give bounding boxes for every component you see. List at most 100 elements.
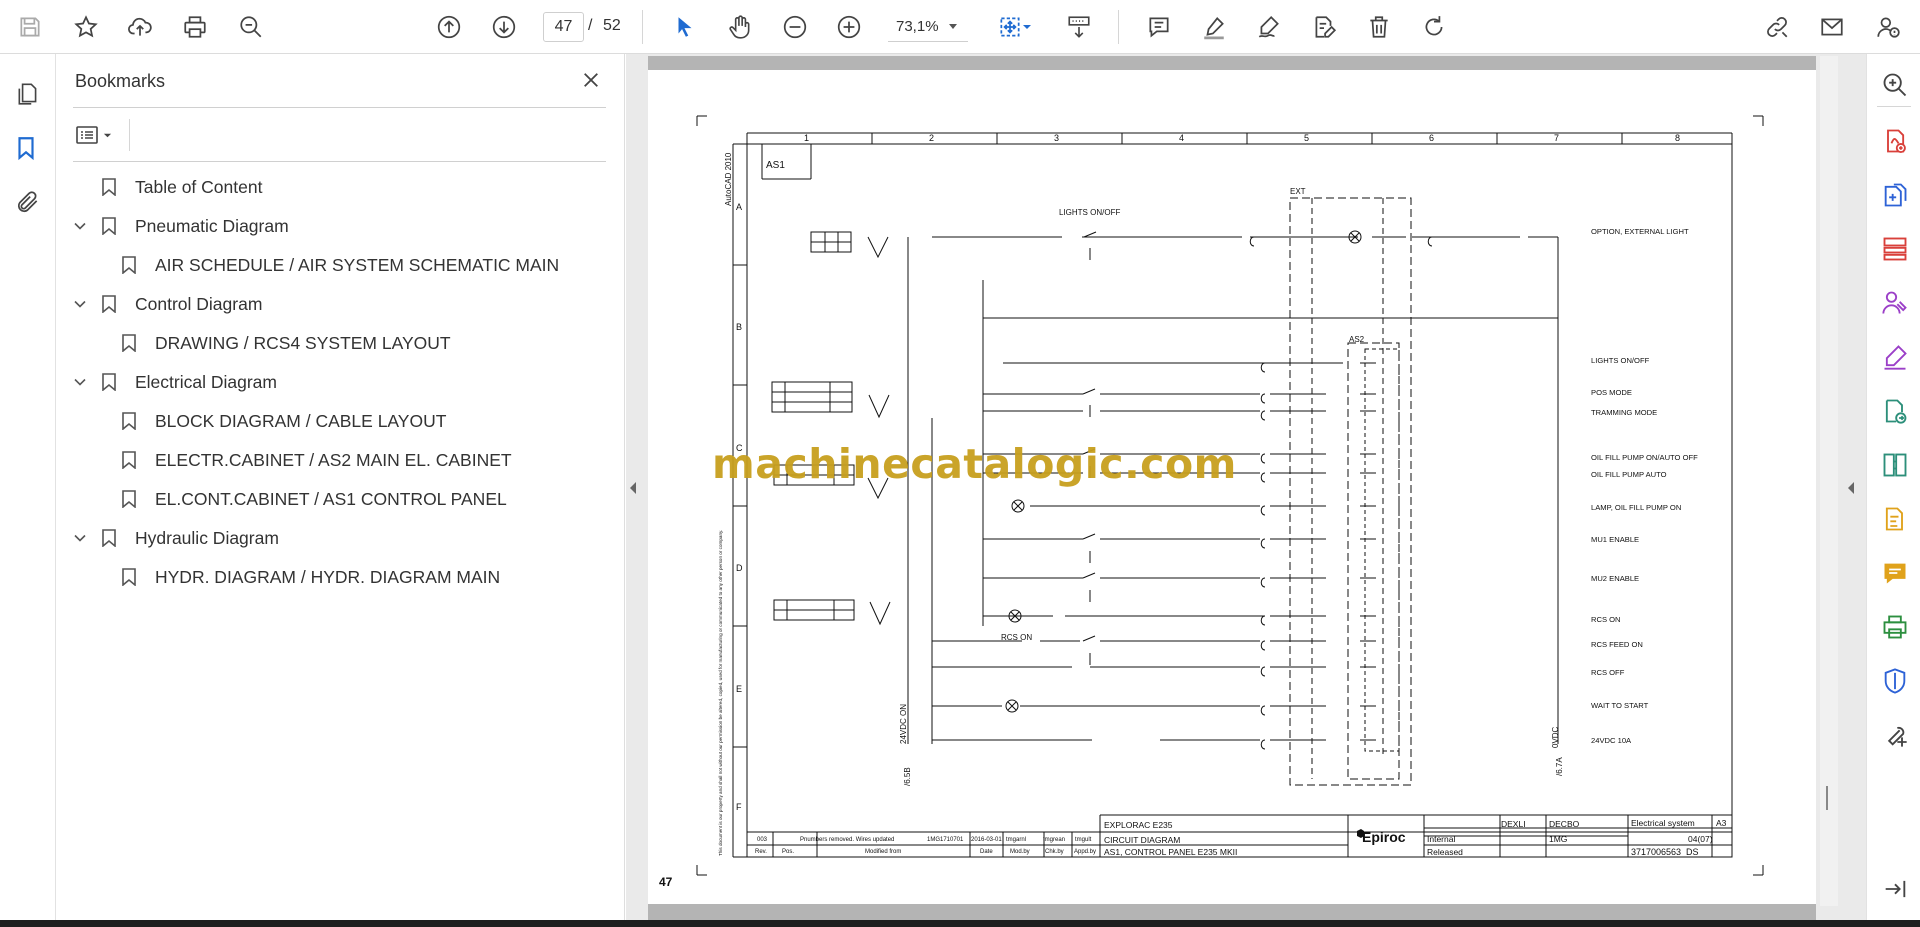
page-number-input[interactable]: 47 — [543, 12, 584, 42]
hand-tool-icon[interactable] — [724, 11, 756, 43]
bookmark-label: AIR SCHEDULE / AIR SYSTEM SCHEMATIC MAIN — [155, 254, 560, 275]
bookmark-label: EL.CONT.CABINET / AS1 CONTROL PANEL — [155, 488, 507, 509]
bookmark-item[interactable]: EL.CONT.CABINET / AS1 CONTROL PANEL — [119, 482, 507, 516]
row-label: A — [736, 202, 742, 212]
title-sheet: 04(07) — [1688, 834, 1713, 844]
bus-label: 24VDC ON — [899, 704, 908, 744]
expand-panel-icon[interactable] — [1880, 874, 1910, 904]
right-label: OPTION, EXTERNAL LIGHT — [1591, 227, 1689, 236]
collapse-right-panel-icon[interactable] — [1846, 478, 1856, 503]
bookmark-options-button[interactable] — [75, 120, 119, 150]
right-label: 24VDC 10A — [1591, 736, 1632, 745]
print-icon[interactable] — [179, 11, 211, 43]
select-cursor-icon[interactable] — [669, 11, 701, 43]
chevron-down-icon[interactable] — [1019, 11, 1035, 43]
compare-files-icon[interactable] — [1880, 450, 1910, 480]
send-review-icon[interactable] — [1880, 396, 1910, 426]
search-zoom-icon[interactable] — [1880, 70, 1910, 100]
toolbar-divider — [1118, 10, 1119, 44]
bookmark-item[interactable]: Pneumatic Diagram — [70, 209, 289, 243]
link-edit-icon[interactable] — [1761, 11, 1793, 43]
bookmark-item[interactable]: ELECTR.CABINET / AS2 MAIN EL. CABINET — [119, 443, 512, 477]
draw-sign-icon[interactable] — [1253, 11, 1285, 43]
chevron-down-icon[interactable] — [70, 528, 90, 548]
save-icon[interactable] — [14, 11, 46, 43]
bookmark-icon — [99, 371, 119, 393]
zoom-in-icon[interactable] — [833, 11, 865, 43]
comment-icon[interactable] — [1143, 11, 1175, 43]
scroll-mode-icon[interactable] — [1063, 11, 1095, 43]
export-pdf-icon[interactable] — [1880, 126, 1910, 156]
next-page-icon[interactable] — [488, 11, 520, 43]
chevron-down-icon[interactable] — [70, 294, 90, 314]
bookmark-icon — [99, 293, 119, 315]
star-icon[interactable] — [70, 11, 102, 43]
ext-label: EXT — [1290, 187, 1306, 196]
revision-number: 003 — [757, 837, 768, 843]
bookmark-item[interactable]: Table of Content — [70, 170, 262, 204]
column-label: 4 — [1179, 133, 1184, 143]
as2-label: AS2 — [1349, 335, 1365, 344]
revision-person: tmgarnl — [1006, 837, 1026, 843]
right-label: TRAMMING MODE — [1591, 408, 1657, 417]
right-label: OIL FILL PUMP AUTO — [1591, 470, 1667, 479]
bookmark-item[interactable]: BLOCK DIAGRAM / CABLE LAYOUT — [119, 404, 446, 438]
title-document-number: 3717006563_DS — [1631, 847, 1699, 857]
zoom-out-icon[interactable] — [779, 11, 811, 43]
column-label: 7 — [1554, 133, 1559, 143]
account-help-icon[interactable] — [1872, 11, 1904, 43]
bookmark-item[interactable]: Electrical Diagram — [70, 365, 277, 399]
header-chkby: Chk.by — [1045, 849, 1064, 855]
bookmark-label: BLOCK DIAGRAM / CABLE LAYOUT — [155, 410, 447, 431]
panel-label: AS1 — [766, 160, 785, 171]
panel-divider — [129, 119, 130, 151]
bookmark-item[interactable]: Control Diagram — [70, 287, 262, 321]
create-pdf-icon[interactable] — [1880, 180, 1910, 210]
page-thumbnails-icon[interactable] — [12, 78, 44, 110]
upload-cloud-icon[interactable] — [124, 11, 156, 43]
main-toolbar: 47 / 52 73,1% — [0, 0, 1920, 54]
edit-text-icon[interactable] — [1308, 11, 1340, 43]
title-confidentiality: Internal — [1427, 834, 1455, 844]
bookmark-icon — [119, 566, 139, 588]
trash-icon[interactable] — [1363, 11, 1395, 43]
vertical-scrollbar[interactable] — [1820, 56, 1838, 906]
revision-ref: 1MG1710701 — [927, 837, 964, 843]
chevron-down-icon[interactable] — [70, 372, 90, 392]
bookmark-label: Pneumatic Diagram — [135, 215, 289, 236]
panel-divider — [73, 161, 606, 162]
chevron-down-icon[interactable] — [70, 216, 90, 236]
bookmark-item[interactable]: Hydraulic Diagram — [70, 521, 279, 555]
tools-rail — [1866, 54, 1920, 920]
fill-sign-icon[interactable] — [1880, 342, 1910, 372]
protect-shield-icon[interactable] — [1880, 666, 1910, 696]
column-label: 2 — [929, 133, 934, 143]
scrollbar-thumb[interactable] — [1826, 786, 1828, 810]
row-label: F — [736, 802, 742, 812]
bookmark-item[interactable]: DRAWING / RCS4 SYSTEM LAYOUT — [119, 326, 451, 360]
redo-rotate-icon[interactable] — [1418, 11, 1450, 43]
right-label: OIL FILL PUMP ON/AUTO OFF — [1591, 453, 1698, 462]
print-production-icon[interactable] — [1880, 612, 1910, 642]
bookmark-item[interactable]: AIR SCHEDULE / AIR SYSTEM SCHEMATIC MAIN — [119, 248, 559, 282]
share-people-icon[interactable] — [1880, 288, 1910, 318]
attachment-icon[interactable] — [12, 186, 44, 218]
title-created-by: DEXLI — [1501, 819, 1526, 829]
bookmark-item[interactable]: HYDR. DIAGRAM / HYDR. DIAGRAM MAIN — [119, 560, 500, 594]
more-tools-icon[interactable] — [1880, 720, 1910, 750]
bookmarks-panel: Bookmarks Table of Content Pneumatic Dia… — [57, 54, 625, 920]
revision-person: tmgult — [1075, 837, 1092, 843]
bookmark-icon — [119, 449, 139, 471]
collapse-left-panel-icon[interactable] — [628, 478, 638, 503]
close-icon[interactable] — [577, 66, 605, 94]
previous-page-icon[interactable] — [433, 11, 465, 43]
organize-pages-icon[interactable] — [1880, 234, 1910, 264]
mail-icon[interactable] — [1816, 11, 1848, 43]
edit-pdf-icon[interactable] — [1880, 504, 1910, 534]
highlight-pen-icon[interactable] — [1198, 11, 1230, 43]
page-gap-bottom — [648, 904, 1816, 920]
title-approved-by: DECBO — [1549, 819, 1580, 829]
find-zoom-icon[interactable] — [235, 11, 267, 43]
comment-tool-icon[interactable] — [1880, 558, 1910, 588]
bookmark-panel-icon[interactable] — [10, 132, 42, 164]
